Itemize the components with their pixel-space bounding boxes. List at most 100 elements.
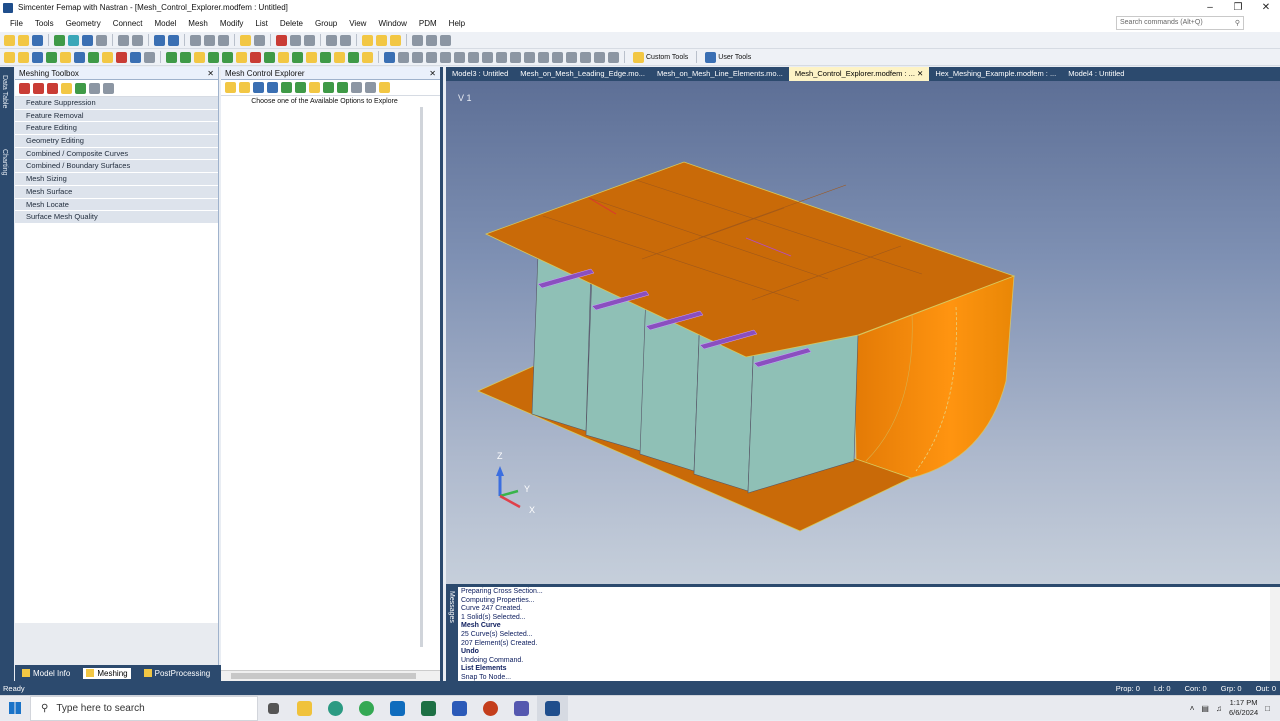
snap-icon[interactable] bbox=[426, 34, 437, 46]
zoom-icon[interactable] bbox=[60, 51, 71, 63]
grid-icon[interactable] bbox=[190, 34, 201, 46]
menu-geometry[interactable]: Geometry bbox=[60, 19, 107, 28]
undo-icon[interactable] bbox=[118, 34, 129, 46]
tab-postprocessing[interactable]: PostProcessing bbox=[141, 668, 214, 679]
explorer-mesh-icon[interactable] bbox=[281, 82, 292, 93]
graphics-viewport[interactable]: V 1 Z Y X bbox=[446, 81, 1280, 584]
fit-icon[interactable] bbox=[74, 51, 85, 63]
material-icon[interactable] bbox=[292, 51, 303, 63]
tool-item-surface-mesh-quality[interactable]: Surface Mesh Quality bbox=[15, 211, 218, 224]
connect-icon[interactable] bbox=[306, 51, 317, 63]
start-button[interactable] bbox=[0, 702, 30, 714]
tool-item-combined-boundary-surfaces[interactable]: Combined / Boundary Surfaces bbox=[15, 160, 218, 174]
section-icon[interactable] bbox=[552, 51, 563, 63]
new-icon[interactable] bbox=[4, 34, 15, 46]
toolbox-options-icon[interactable] bbox=[89, 82, 100, 94]
circle-icon[interactable] bbox=[326, 34, 337, 46]
coordinate-icon[interactable] bbox=[334, 51, 345, 63]
tab-mesh-leading-edge[interactable]: Mesh_on_Mesh_Leading_Edge.mo... bbox=[514, 67, 651, 81]
entity-select-icon[interactable] bbox=[384, 51, 395, 63]
outlook-button[interactable] bbox=[382, 696, 413, 721]
vector-icon[interactable] bbox=[608, 51, 619, 63]
tab-model-info[interactable]: Model Info bbox=[19, 668, 73, 679]
tool-item-feature-removal[interactable]: Feature Removal bbox=[15, 109, 218, 123]
named-view-icon[interactable] bbox=[130, 51, 141, 63]
layout-icon[interactable] bbox=[68, 34, 79, 46]
tab-close-icon[interactable]: ✕ bbox=[917, 69, 923, 78]
pencil-icon[interactable] bbox=[376, 34, 387, 46]
toolbox-folder-icon[interactable] bbox=[61, 82, 72, 94]
explorer-points-icon[interactable] bbox=[323, 82, 334, 93]
axes-icon[interactable] bbox=[524, 51, 535, 63]
open-icon[interactable] bbox=[18, 34, 29, 46]
clip-icon[interactable] bbox=[538, 51, 549, 63]
menu-pdm[interactable]: PDM bbox=[413, 19, 443, 28]
tab-mesh-control-explorer[interactable]: Mesh_Control_Explorer.modfem : ... ✕ bbox=[788, 67, 930, 81]
toolbox-help-icon[interactable] bbox=[103, 82, 114, 94]
menu-view[interactable]: View bbox=[343, 19, 372, 28]
menu-connect[interactable]: Connect bbox=[107, 19, 149, 28]
explorer-horizontal-scrollbar[interactable] bbox=[221, 670, 440, 681]
explorer-close-icon[interactable]: ✕ bbox=[429, 69, 436, 78]
region-icon[interactable] bbox=[348, 51, 359, 63]
explorer-pointer-icon[interactable] bbox=[225, 82, 236, 93]
explorer-curve-icon[interactable] bbox=[253, 82, 264, 93]
wireframe-icon[interactable] bbox=[482, 51, 493, 63]
menu-modify[interactable]: Modify bbox=[214, 19, 250, 28]
explorer-bias-icon[interactable] bbox=[309, 82, 320, 93]
cube-icon[interactable] bbox=[454, 51, 465, 63]
box-icon[interactable] bbox=[18, 51, 29, 63]
color-icon[interactable] bbox=[496, 51, 507, 63]
contour-icon[interactable] bbox=[580, 51, 591, 63]
hex-icon[interactable] bbox=[468, 51, 479, 63]
menu-tools[interactable]: Tools bbox=[29, 19, 60, 28]
surface-icon[interactable] bbox=[222, 51, 233, 63]
window-icon[interactable] bbox=[82, 34, 93, 46]
highlight-icon[interactable] bbox=[362, 34, 373, 46]
list-icon[interactable] bbox=[96, 34, 107, 46]
taskbar-search-box[interactable]: ⚲ Type here to search bbox=[30, 695, 258, 721]
workplane-icon[interactable] bbox=[412, 34, 423, 46]
explorer-vertical-scrollbar[interactable] bbox=[420, 107, 423, 647]
display-icon[interactable] bbox=[32, 51, 43, 63]
paste-icon[interactable] bbox=[168, 34, 179, 46]
restore-button[interactable]: ❐ bbox=[1224, 0, 1252, 15]
toolbox-delete-icon[interactable] bbox=[47, 82, 58, 94]
tool-item-feature-editing[interactable]: Feature Editing bbox=[15, 122, 218, 136]
view-select-icon[interactable] bbox=[340, 34, 351, 46]
tool-item-combined-composite-curves[interactable]: Combined / Composite Curves bbox=[15, 147, 218, 161]
speaker-icon[interactable]: ♫ bbox=[1216, 704, 1222, 713]
point-icon[interactable] bbox=[194, 51, 205, 63]
save-icon[interactable] bbox=[32, 34, 43, 46]
grid-display-icon[interactable] bbox=[426, 51, 437, 63]
task-view-button[interactable] bbox=[258, 696, 289, 721]
data-table-tab[interactable]: Data Table bbox=[1, 75, 8, 108]
explorer-settings-icon[interactable] bbox=[239, 82, 250, 93]
chevron-up-icon[interactable]: ˄ bbox=[1190, 704, 1195, 713]
word-button[interactable] bbox=[444, 696, 475, 721]
notifications-icon[interactable]: □ bbox=[1265, 704, 1270, 713]
animate-icon[interactable] bbox=[566, 51, 577, 63]
ruler-icon[interactable] bbox=[240, 34, 251, 46]
label-icon[interactable] bbox=[510, 51, 521, 63]
menu-mesh[interactable]: Mesh bbox=[182, 19, 214, 28]
table-icon[interactable] bbox=[440, 51, 451, 63]
tool-item-mesh-sizing[interactable]: Mesh Sizing bbox=[15, 173, 218, 186]
magnify-icon[interactable] bbox=[116, 51, 127, 63]
tool-item-mesh-locate[interactable]: Mesh Locate bbox=[15, 198, 218, 212]
user-tools-button[interactable]: User Tools bbox=[702, 51, 754, 63]
marker-icon[interactable] bbox=[390, 34, 401, 46]
command-search-input[interactable]: Search commands (Alt+Q) ⚲ bbox=[1116, 16, 1244, 30]
tab-model3[interactable]: Model3 : Untitled bbox=[446, 67, 514, 81]
tab-meshing[interactable]: Meshing bbox=[83, 667, 131, 679]
menu-group[interactable]: Group bbox=[309, 19, 343, 28]
explorer-edit-icon[interactable] bbox=[379, 82, 390, 93]
group-icon[interactable] bbox=[218, 34, 229, 46]
solid-icon[interactable] bbox=[236, 51, 247, 63]
element-icon[interactable] bbox=[180, 51, 191, 63]
close-button[interactable]: ✕ bbox=[1252, 0, 1280, 15]
rotate-icon[interactable] bbox=[88, 51, 99, 63]
view-icon[interactable] bbox=[4, 51, 15, 63]
teams-button[interactable] bbox=[506, 696, 537, 721]
edge-button[interactable] bbox=[320, 696, 351, 721]
